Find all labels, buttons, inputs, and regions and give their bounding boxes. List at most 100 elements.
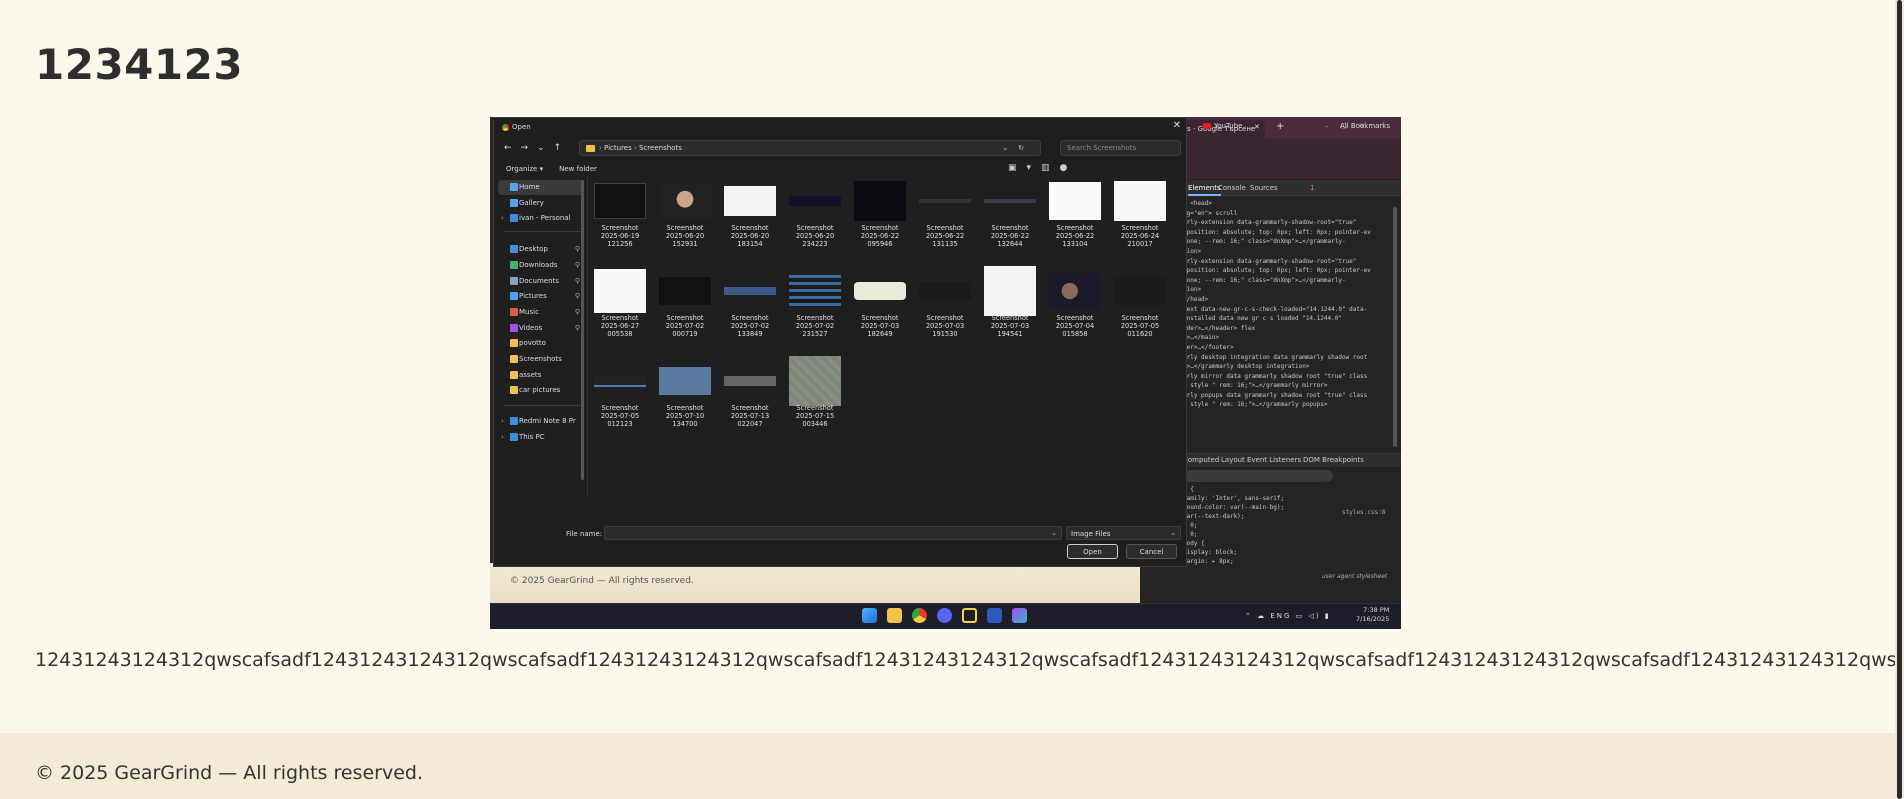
nav-item[interactable]: Home <box>498 180 584 195</box>
dom-tree-line[interactable]: none; --rem: 16;" class="dnXmp">…</gramm… <box>1183 276 1393 286</box>
page-scroll-thumb[interactable] <box>1897 0 1902 799</box>
view-options-icon[interactable]: ▣▾▥● <box>1008 163 1077 173</box>
nav-item[interactable]: assets <box>498 368 584 383</box>
file-tile[interactable]: Screenshot 2025-07-03 194541 <box>982 266 1038 339</box>
devtools-tab-elements[interactable]: Elements <box>1188 184 1221 196</box>
file-tile[interactable]: Screenshot 2025-06-27 005538 <box>592 269 648 339</box>
devtools-tab-sources[interactable]: Sources <box>1250 184 1278 192</box>
nav-item[interactable]: Desktop ⚲ <box>498 242 584 257</box>
file-tile[interactable]: Screenshot 2025-06-20 183154 <box>722 180 778 249</box>
expand-icon[interactable]: › <box>501 433 504 441</box>
dom-tree-line[interactable]: none; --rem: 16;" class="dnXmp">…</gramm… <box>1183 237 1393 247</box>
file-tile[interactable]: Screenshot 2025-06-22 095946 <box>852 180 908 249</box>
style-rule-line[interactable]: body { <box>1183 539 1393 548</box>
file-tile[interactable]: Screenshot 2025-07-04 015858 <box>1047 270 1103 339</box>
stylesheet-ref[interactable]: styles.css:8 <box>1342 509 1385 516</box>
dom-tree-line[interactable]: ng="en"> scroll <box>1183 209 1393 219</box>
filename-input[interactable]: ⌄ <box>604 526 1062 540</box>
style-rule-line[interactable]: ▸ 0; <box>1183 530 1393 539</box>
file-tile[interactable]: Screenshot 2025-07-05 011620 <box>1112 270 1168 339</box>
file-tile[interactable]: Screenshot 2025-06-20 234223 <box>787 180 843 249</box>
search-input[interactable]: Search Screenshots <box>1060 140 1181 156</box>
file-tile[interactable]: Screenshot 2025-06-22 133104 <box>1047 180 1103 249</box>
refresh-icon[interactable]: ⌄↻ <box>1002 144 1034 152</box>
chevron-down-icon[interactable]: ⌄ <box>1051 529 1057 537</box>
dom-tree-line[interactable]: ▸ <head> <box>1183 199 1393 209</box>
bookmark-youtube[interactable]: YouTube <box>1203 122 1242 130</box>
style-rule-line[interactable]: family: 'Inter', sans-serif; <box>1183 494 1393 503</box>
style-rule-line[interactable]: y { <box>1183 485 1393 494</box>
copilot-icon[interactable] <box>1012 608 1027 623</box>
nav-item[interactable]: Documents ⚲ <box>498 274 584 289</box>
file-explorer-icon[interactable] <box>887 608 902 623</box>
nav-item[interactable]: › This PC <box>498 430 584 445</box>
dialog-close-icon[interactable]: ✕ <box>1173 120 1181 131</box>
dom-tree-line[interactable]: </head> <box>1183 295 1393 305</box>
file-tile[interactable]: Screenshot 2025-06-24 210017 <box>1112 180 1168 249</box>
path-segment-screenshots[interactable]: Screenshots <box>639 144 682 152</box>
style-rule-line[interactable]: display: block; <box>1183 548 1393 557</box>
devtools-tab-layout[interactable]: Layout <box>1221 456 1245 464</box>
devtools-dom-tree[interactable]: ▸ <head> ng="en"> scroll arly-extension da… <box>1183 199 1393 479</box>
app-icon[interactable] <box>962 608 977 623</box>
file-tile[interactable]: Screenshot 2025-07-10 134700 <box>657 360 713 429</box>
dom-tree-line[interactable]: sion> <box>1183 285 1393 295</box>
clock[interactable]: 7:38 PM 7/16/2025 <box>1356 606 1389 624</box>
devtools-error-count[interactable]: 1 <box>1310 184 1314 192</box>
dom-tree-line[interactable]: ader>…</header> flex <box>1183 324 1393 334</box>
dom-tree-line[interactable]: "position: absolute; top: 0px; left: 0px… <box>1183 266 1393 276</box>
file-tile[interactable]: Screenshot 2025-07-02 231527 <box>787 270 843 339</box>
expand-icon[interactable]: › <box>501 214 504 222</box>
expand-icon[interactable]: › <box>501 417 504 425</box>
dom-tree-line[interactable]: installed data new gr c s loaded "14.124… <box>1183 314 1393 324</box>
nav-item[interactable]: Downloads ⚲ <box>498 258 584 273</box>
file-tile[interactable]: Screenshot 2025-06-22 132644 <box>982 180 1038 249</box>
file-type-select[interactable]: Image Files ⌄ <box>1066 526 1181 540</box>
cancel-button[interactable]: Cancel <box>1126 544 1177 559</box>
tab-close-icon[interactable]: ✕ <box>1254 123 1260 131</box>
dom-tree-line[interactable]: "position: absolute; top: 0px; left: 0px… <box>1183 228 1393 238</box>
language-indicator[interactable]: ENG <box>1270 612 1291 620</box>
open-button[interactable]: Open <box>1067 544 1118 559</box>
bookmark-all[interactable]: All Bookmarks <box>1340 122 1390 130</box>
devtools-tab-dom-breakpoints[interactable]: DOM Breakpoints <box>1303 456 1364 464</box>
dom-tree-line[interactable]: text data-new-gr-c-s-check-loaded="14.12… <box>1183 305 1393 315</box>
navigation-scrollbar[interactable] <box>581 180 584 480</box>
nav-item[interactable]: Music ⚲ <box>498 305 584 320</box>
nav-item[interactable]: povotto <box>498 336 584 351</box>
style-rule-line[interactable]: ▸ 0; <box>1183 521 1393 530</box>
address-bar[interactable]: › Pictures › Screenshots ⌄↻ <box>579 140 1041 156</box>
file-tile[interactable]: Screenshot 2025-07-03 182649 <box>852 270 908 339</box>
path-segment-pictures[interactable]: Pictures <box>604 144 632 152</box>
nav-item[interactable]: › ivan - Personal <box>498 211 584 226</box>
style-rule-line[interactable]: margin: ▸ 8px; <box>1183 557 1393 566</box>
nav-item[interactable]: Gallery <box>498 196 584 211</box>
new-folder-button[interactable]: New folder <box>559 165 597 173</box>
dom-tree-line[interactable]: arly-extension data-grammarly-shadow-roo… <box>1183 218 1393 228</box>
devtools-styles-pane[interactable]: y {family: 'Inter', sans-serif; round-col… <box>1183 485 1393 615</box>
dom-tree-line[interactable]: ">…</grammarly desktop integration> <box>1183 362 1393 372</box>
dom-tree-line[interactable]: arly popups data grammarly shadow root "… <box>1183 391 1393 401</box>
new-tab-icon[interactable]: + <box>1276 121 1284 132</box>
file-tile[interactable]: Screenshot 2025-06-20 152931 <box>657 180 713 249</box>
dom-tree-line[interactable]: arly-extension data-grammarly-shadow-roo… <box>1183 257 1393 267</box>
file-tile[interactable]: Screenshot 2025-07-13 022047 <box>722 360 778 429</box>
devtools-tab-event-listeners[interactable]: Event Listeners <box>1247 456 1301 464</box>
file-tile[interactable]: Screenshot 2025-07-02 133849 <box>722 270 778 339</box>
file-tile[interactable]: Screenshot 2025-07-05 012123 <box>592 360 648 429</box>
chrome-taskbar-icon[interactable] <box>912 608 927 623</box>
dom-tree-line[interactable]: n>…</main> <box>1183 333 1393 343</box>
dom-tree-line[interactable]: " style " rem: 16;">…</grammarly mirror> <box>1183 381 1393 391</box>
file-tile[interactable]: Screenshot 2025-07-03 191530 <box>917 270 973 339</box>
system-tray[interactable]: ⌃ ☁ ENG ▭ ◁) ▮ <box>1245 612 1331 620</box>
dom-tree-line[interactable]: ter>…</footer> <box>1183 343 1393 353</box>
organize-button[interactable]: Organize ▾ <box>506 165 543 173</box>
nav-item[interactable]: car pictures <box>498 383 584 398</box>
discord-icon[interactable] <box>937 608 952 623</box>
dom-tree-line[interactable]: arly desktop integration data grammarly … <box>1183 353 1393 363</box>
devtools-tab-console[interactable]: Console <box>1218 184 1246 192</box>
nav-item[interactable]: Screenshots <box>498 352 584 367</box>
file-tile[interactable]: Screenshot 2025-06-22 131135 <box>917 180 973 249</box>
dom-tree-line[interactable]: sion> <box>1183 247 1393 257</box>
devtools-tab-computed[interactable]: Computed <box>1183 456 1219 464</box>
